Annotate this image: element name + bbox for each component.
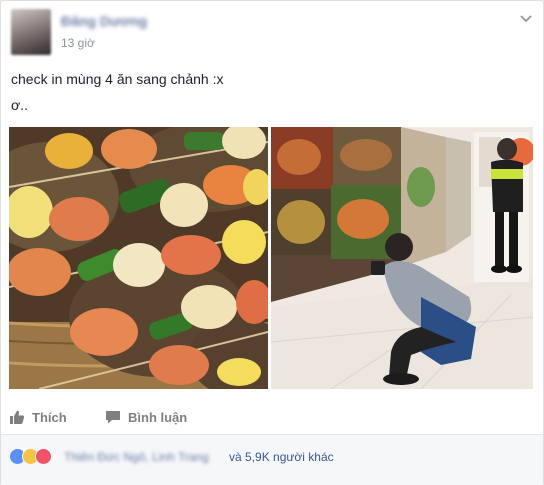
reactor-names[interactable]: Thiên Đức Ngô, Linh Trang (64, 450, 209, 464)
reactor-count[interactable]: và 5,9K người khác (229, 450, 334, 464)
post-actions: Thích Bình luận (1, 401, 543, 435)
reaction-icons[interactable] (9, 448, 52, 465)
chevron-down-icon[interactable] (519, 11, 533, 25)
comment-button[interactable]: Bình luận (105, 409, 187, 425)
like-label: Thích (32, 409, 67, 425)
thumbs-up-icon (10, 410, 25, 424)
comment-icon (106, 411, 120, 424)
post-header: Đăng Dương 13 giờ (11, 9, 535, 59)
post-text-line-2: ơ.. (11, 97, 28, 113)
post-timestamp[interactable]: 13 giờ (61, 36, 95, 50)
love-reaction-icon (35, 448, 52, 465)
post-text-line-1: check in mùng 4 ăn sang chảnh :x (11, 71, 224, 87)
mall-photo[interactable] (271, 127, 533, 389)
photo-grid (9, 127, 533, 389)
author-avatar[interactable] (11, 9, 51, 55)
post-card: Đăng Dương 13 giờ check in mùng 4 ăn san… (0, 0, 544, 485)
like-button[interactable]: Thích (9, 409, 67, 425)
food-photo[interactable] (9, 127, 268, 389)
comment-label: Bình luận (128, 409, 188, 425)
reactions-bar: Thiên Đức Ngô, Linh Trang và 5,9K người … (1, 435, 543, 485)
author-name[interactable]: Đăng Dương (61, 13, 147, 29)
